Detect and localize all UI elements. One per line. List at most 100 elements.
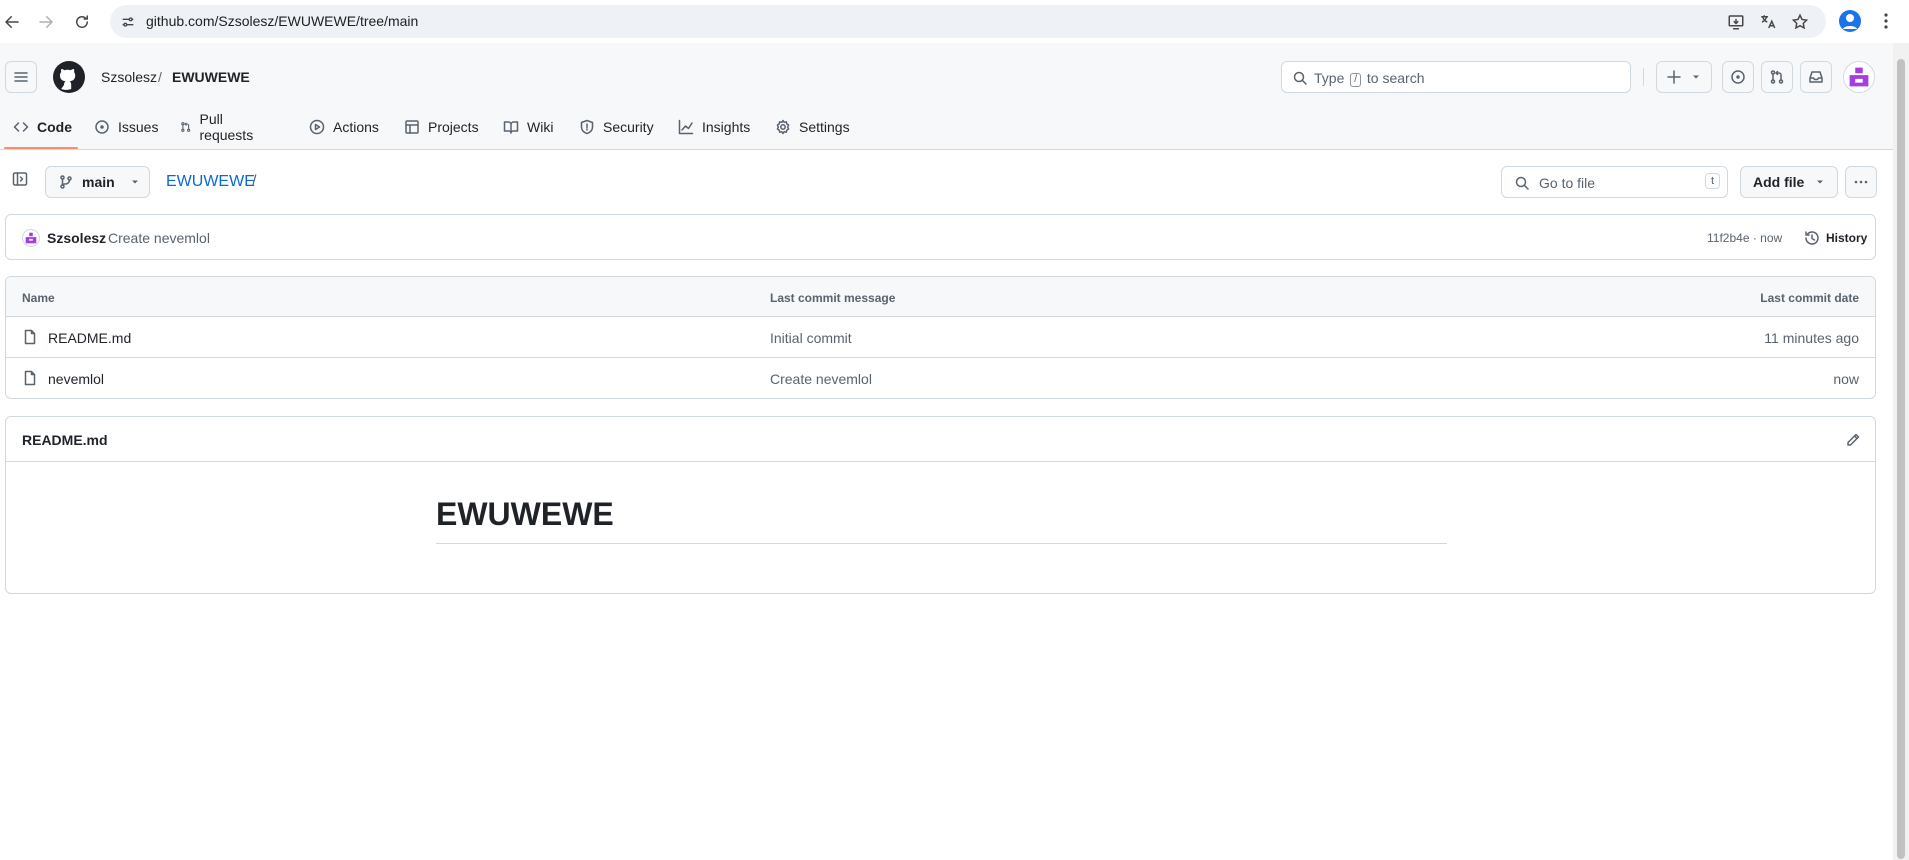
play-icon [309,119,325,135]
inbox-button[interactable] [1800,61,1832,93]
column-last-commit-message: Last commit message [770,291,896,305]
go-to-file-shortcut: t [1704,173,1720,189]
file-commit-message[interactable]: Create nevemlol [770,371,872,387]
breadcrumb-owner[interactable]: Szsolesz [101,69,157,85]
tab-projects[interactable]: Projects [404,105,479,149]
browser-profile-icon[interactable] [1839,10,1861,32]
add-file-label: Add file [1753,174,1805,190]
commit-sha-time[interactable]: 11f2b4e · now [1707,231,1782,245]
site-info-icon[interactable] [116,10,140,34]
tab-settings[interactable]: Settings [775,105,850,149]
file-name[interactable]: nevemlol [48,371,104,387]
tab-projects-label: Projects [428,119,479,135]
tab-code[interactable]: Code [13,105,72,149]
path-repo-link[interactable]: EWUWEWE [166,173,255,191]
url-text[interactable]: github.com/Szsolesz/EWUWEWE/tree/main [146,13,418,29]
tab-issues-label: Issues [118,119,159,135]
github-header: Szsolesz / EWUWEWE Type / to search Code… [0,43,1893,150]
table-header: Name Last commit message Last commit dat… [6,277,1875,317]
file-list-table: Name Last commit message Last commit dat… [5,276,1876,399]
tab-actions[interactable]: Actions [309,105,379,149]
edit-readme-button[interactable] [1843,430,1863,450]
browser-toolbar: github.com/Szsolesz/EWUWEWE/tree/main [0,0,1909,43]
reload-icon[interactable] [70,10,94,34]
latest-commit-bar: Szsolesz Create nevemlol 11f2b4e · now H… [5,214,1876,260]
issues-button[interactable] [1722,61,1754,93]
pull-requests-button[interactable] [1761,61,1793,93]
readme-title[interactable]: README.md [22,432,108,448]
header-divider [1643,68,1644,86]
hamburger-menu-button[interactable] [5,61,37,93]
caret-down-icon [1693,75,1699,79]
tab-wiki[interactable]: Wiki [503,105,553,149]
back-icon[interactable] [0,10,24,34]
path-separator: / [252,173,257,190]
readme-heading-rule [436,543,1447,544]
global-search-input[interactable]: Type / to search [1281,61,1631,93]
install-app-icon[interactable] [1726,12,1746,32]
search-icon [1293,71,1307,85]
code-icon [13,122,29,132]
github-logo-icon[interactable] [53,61,85,93]
column-name: Name [22,291,55,305]
table-row[interactable]: nevemlol Create nevemlol now [6,358,1875,398]
commit-author-avatar[interactable] [22,229,40,247]
history-icon [1805,231,1819,245]
identicon-icon [1844,62,1874,92]
history-label: History [1826,231,1868,245]
book-icon [503,121,519,134]
tab-security-label: Security [603,119,654,135]
file-tree-toggle-button[interactable] [8,167,32,191]
readme-panel: README.md EWUWEWE [5,416,1876,594]
go-to-file-input[interactable]: Go to file t [1501,166,1728,198]
branch-selector-button[interactable]: main [45,166,150,198]
tab-pull-requests-label: Pull requests [199,111,254,143]
commit-author[interactable]: Szsolesz [47,230,106,246]
tab-pull-requests[interactable]: Pull requests [180,105,258,149]
page-scrollbar[interactable] [1893,43,1909,860]
add-file-button[interactable]: Add file [1740,166,1838,198]
tab-wiki-label: Wiki [527,119,554,135]
plus-icon [1667,70,1681,84]
tab-settings-label: Settings [799,119,850,135]
git-branch-icon [60,175,72,189]
bookmark-star-icon[interactable] [1790,12,1810,32]
kebab-horizontal-icon [1854,180,1868,184]
issue-icon [95,120,109,134]
readme-heading: EWUWEWE [436,496,614,532]
tab-insights-label: Insights [702,119,751,135]
search-icon [1515,176,1529,190]
caret-down-icon [131,180,138,184]
caret-down-icon [1817,180,1824,184]
issue-icon [1731,70,1745,84]
history-button[interactable]: History [1796,224,1875,252]
file-icon [24,329,36,345]
file-icon [24,370,36,386]
table-row[interactable]: README.md Initial commit 11 minutes ago [6,317,1875,358]
file-commit-message[interactable]: Initial commit [770,330,852,346]
translate-icon[interactable] [1758,12,1778,32]
branch-name: main [82,174,115,190]
pull-request-icon [181,122,191,132]
go-to-file-placeholder: Go to file [1539,175,1596,191]
tab-insights[interactable]: Insights [678,105,750,149]
tab-code-label: Code [37,119,72,135]
breadcrumb-repo[interactable]: EWUWEWE [172,69,250,85]
address-bar[interactable]: github.com/Szsolesz/EWUWEWE/tree/main [110,5,1826,38]
forward-icon[interactable] [34,10,58,34]
more-options-button[interactable] [1845,166,1877,198]
scrollbar-thumb[interactable] [1897,59,1905,859]
user-avatar[interactable] [1843,61,1875,93]
tab-issues[interactable]: Issues [94,105,158,149]
shield-icon [580,119,594,135]
inbox-icon [1809,71,1823,83]
browser-menu-icon[interactable] [1878,12,1894,30]
tab-security[interactable]: Security [579,105,654,149]
gear-icon [776,119,790,135]
create-new-button[interactable] [1656,61,1712,93]
pull-request-icon [1770,70,1784,84]
file-name[interactable]: README.md [48,330,131,346]
search-placeholder: Type / to search [1314,70,1425,87]
graph-icon [678,119,694,135]
commit-message[interactable]: Create nevemlol [108,230,210,246]
